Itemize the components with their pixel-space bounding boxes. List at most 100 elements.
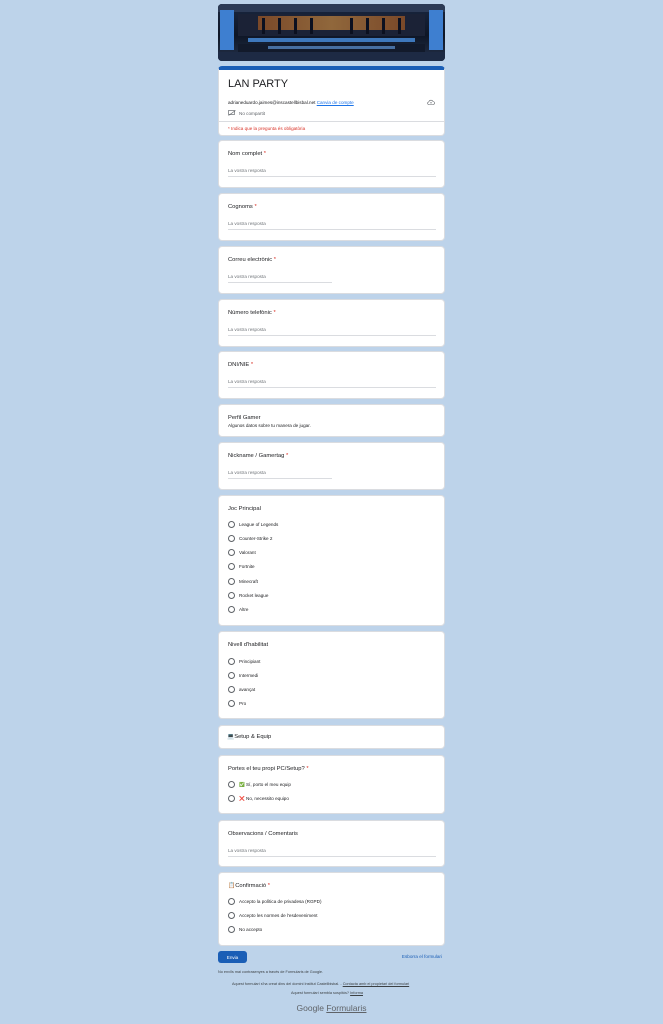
radio-option[interactable]: Fortnite [228, 563, 255, 570]
radio-option[interactable]: Altre [228, 606, 248, 613]
option-label: Principiant [239, 659, 261, 664]
question-cognoms: Cognoms * La vostra resposta [218, 193, 445, 241]
question-nickname: Nickname / Gamertag * La vostra resposta [218, 442, 445, 490]
option-label: Valorant [239, 550, 256, 555]
radio-option[interactable]: Rocket league [228, 592, 268, 599]
cognoms-input[interactable]: La vostra resposta [228, 221, 436, 230]
account-email: adrianeduardo.jaimes@inscastellbisbal.ne… [228, 100, 316, 105]
radio-button[interactable] [228, 912, 235, 919]
radio-option[interactable]: ❌ No, necessito equipo [228, 795, 289, 802]
password-warning: No enviïs mai contrasenyes a través de F… [218, 970, 324, 974]
radio-option[interactable]: Accepto la política de privadesa (RGPD) [228, 898, 321, 905]
option-label: League of Legends [239, 522, 279, 527]
option-label: ✅ Sí, porto el meu equip [239, 781, 291, 787]
radio-option[interactable]: No accepto [228, 926, 262, 933]
radio-button[interactable] [228, 926, 235, 933]
question-joc-principal: Joc Principal League of Legends Counter-… [218, 495, 445, 626]
radio-option[interactable]: Intermedi [228, 672, 258, 679]
radio-button[interactable] [228, 563, 235, 570]
option-label: Altre [239, 607, 249, 612]
section-title: Perfil Gamer [228, 415, 261, 421]
required-star: * [306, 766, 309, 772]
label-text: 📋Confirmació [228, 883, 267, 889]
radio-button[interactable] [228, 592, 235, 599]
radio-button[interactable] [228, 578, 235, 585]
question-label: Nickname / Gamertag * [228, 453, 288, 459]
radio-button[interactable] [228, 700, 235, 707]
dni-input[interactable]: La vostra resposta [228, 379, 436, 388]
logo-forms-text: Formularis [326, 1003, 367, 1013]
question-label: 📋Confirmació * [228, 883, 270, 889]
question-pc-setup: Portes el teu propi PC/Setup? * ✅ Sí, po… [218, 755, 445, 814]
label-text: Cognoms [228, 204, 253, 210]
required-star: * [250, 362, 254, 368]
header-banner [218, 4, 445, 61]
label-text: Correu electrònic [228, 257, 273, 263]
submit-button[interactable]: Envia [218, 951, 247, 963]
suspicious-text: Aquest formulari sembla sospitós? [291, 991, 350, 995]
option-label: avançat [239, 687, 256, 692]
nom-input[interactable]: La vostra resposta [228, 168, 436, 177]
logo-google-text: Google [296, 1003, 324, 1013]
correu-input[interactable]: La vostra resposta [228, 274, 332, 283]
required-star: * [273, 257, 277, 263]
question-label: Número telefònic * [228, 310, 276, 316]
radio-button[interactable] [228, 672, 235, 679]
radio-button[interactable] [228, 686, 235, 693]
radio-option[interactable]: League of Legends [228, 521, 278, 528]
question-dni: DNI/NIE * La vostra resposta [218, 351, 445, 399]
radio-option[interactable]: Pro [228, 700, 246, 707]
question-label: DNI/NIE * [228, 362, 253, 368]
switch-account-link[interactable]: Canvia de compte [317, 100, 354, 105]
option-label: Intermedi [239, 673, 259, 678]
radio-button[interactable] [228, 521, 235, 528]
question-confirmacio: 📋Confirmació * Accepto la política de pr… [218, 872, 445, 946]
radio-option[interactable]: Minecraft [228, 578, 258, 585]
account-row: adrianeduardo.jaimes@inscastellbisbal.ne… [228, 100, 354, 105]
radio-button[interactable] [228, 606, 235, 613]
radio-option[interactable]: ✅ Sí, porto el meu equip [228, 781, 291, 788]
radio-button[interactable] [228, 535, 235, 542]
label-text: Nickname / Gamertag [228, 453, 285, 459]
radio-button[interactable] [228, 898, 235, 905]
radio-option[interactable]: Counter-Strike 2 [228, 535, 272, 542]
question-label: Joc Principal [228, 506, 261, 512]
option-label: Fortnite [239, 564, 255, 569]
radio-option[interactable]: Accepto les normes de l'esdeveniment [228, 912, 318, 919]
radio-button[interactable] [228, 781, 235, 788]
option-label: ❌ No, necessito equipo [239, 795, 289, 801]
question-label: Nivell d'habilitat [228, 642, 269, 648]
radio-button[interactable] [228, 658, 235, 665]
option-label: Minecraft [239, 579, 258, 584]
question-label: Observacions / Comentaris [228, 831, 298, 837]
section-perfil-gamer: Perfil Gamer Algunos datos sobre tu mane… [218, 404, 445, 437]
option-label: No accepto [239, 927, 263, 932]
label-text: Portes el teu propi PC/Setup? [228, 766, 305, 772]
radio-option[interactable]: Principiant [228, 658, 260, 665]
question-label: Nom complet * [228, 151, 266, 157]
nickname-input[interactable]: La vostra resposta [228, 470, 332, 479]
radio-button[interactable] [228, 549, 235, 556]
option-label: Pro [239, 701, 247, 706]
google-forms-logo[interactable]: Google Formularis [0, 1003, 663, 1013]
question-label: Cognoms * [228, 204, 257, 210]
radio-option[interactable]: avançat [228, 686, 255, 693]
required-star: * [263, 151, 267, 157]
radio-option[interactable]: Valorant [228, 549, 256, 556]
observacions-input[interactable]: La vostra resposta [228, 848, 436, 857]
section-title: 💻Setup & Equip [227, 734, 272, 740]
share-status: No compartit [228, 110, 265, 116]
report-link[interactable]: Informa [350, 991, 363, 995]
cloud-save-icon[interactable] [427, 99, 435, 105]
not-shared-icon [228, 110, 236, 116]
required-star: * [254, 204, 257, 210]
domain-notice: Aquest formulari s'ha creat dins del dom… [232, 982, 410, 986]
label-text: Nom complet [228, 151, 263, 157]
question-label: Portes el teu propi PC/Setup? * [228, 766, 309, 772]
telefon-input[interactable]: La vostra resposta [228, 327, 436, 336]
option-label: Accepto la política de privadesa (RGPD) [239, 899, 322, 904]
clear-form-link[interactable]: Esborra el formulari [402, 954, 442, 959]
radio-button[interactable] [228, 795, 235, 802]
required-note: * Indica que la pregunta és obligatòria [228, 126, 306, 131]
contact-owner-link[interactable]: Contacta amb el propietari del formulari [343, 982, 409, 986]
